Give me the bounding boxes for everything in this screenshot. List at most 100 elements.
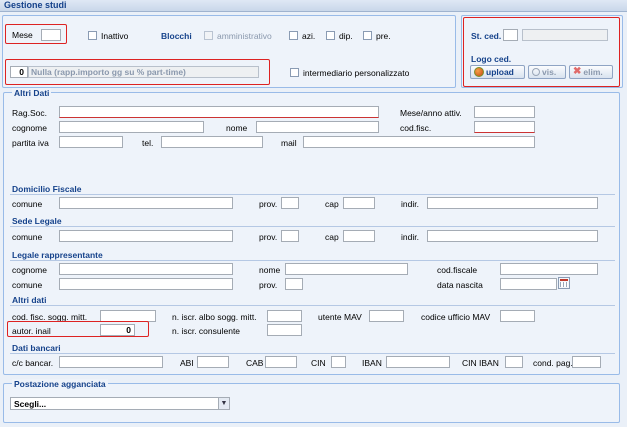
n-iscr-albo-input[interactable] <box>267 310 302 322</box>
nome-input[interactable] <box>256 121 379 133</box>
abi-input[interactable] <box>197 356 229 368</box>
legale-prov-label: prov. <box>259 280 278 290</box>
n-iscr-albo-label: n. iscr. albo sogg. mitt. <box>172 312 257 322</box>
calendar-icon[interactable] <box>558 277 570 289</box>
blocchi-link[interactable]: Blocchi <box>161 31 192 41</box>
data-nascita-label: data nascita <box>437 280 483 290</box>
window-title: Gestione studi <box>4 0 67 10</box>
tel-input[interactable] <box>161 136 263 148</box>
intermediario-checkbox[interactable] <box>290 68 299 77</box>
azi-checkbox[interactable] <box>289 31 298 40</box>
utente-mav-label: utente MAV <box>318 312 362 322</box>
rag-soc-label: Rag.Soc. <box>12 108 47 118</box>
chevron-down-icon[interactable]: ▼ <box>218 398 229 409</box>
sede-prov-input[interactable] <box>281 230 299 242</box>
sede-title: Sede Legale <box>12 216 62 226</box>
st-ced-description <box>522 29 608 41</box>
autor-inail-input[interactable]: 0 <box>100 324 135 336</box>
legale-cod-fiscale-label: cod.fiscale <box>437 265 478 275</box>
mese-label: Mese <box>12 30 33 40</box>
bancari-divider <box>10 353 615 354</box>
elim-label: elim. <box>583 67 603 77</box>
tel-label: tel. <box>142 138 154 148</box>
delete-icon: ✖ <box>573 66 582 77</box>
iban-label: IBAN <box>362 358 382 368</box>
sede-comune-input[interactable] <box>59 230 233 242</box>
cc-bancar-input[interactable] <box>59 356 163 368</box>
dip-checkbox[interactable] <box>326 31 335 40</box>
st-ced-input[interactable] <box>503 29 518 41</box>
domicilio-divider <box>10 194 615 195</box>
legale-divider <box>10 260 615 261</box>
domicilio-indir-label: indir. <box>401 199 419 209</box>
mese-anno-input[interactable] <box>474 106 535 118</box>
n-iscr-consulente-label: n. iscr. consulente <box>172 326 241 336</box>
postazione-select-value: Scegli... <box>14 399 47 409</box>
mail-label: mail <box>281 138 297 148</box>
elim-button[interactable]: ✖ elim. <box>569 65 613 79</box>
legale-prov-input[interactable] <box>285 278 303 290</box>
domicilio-indir-input[interactable] <box>427 197 598 209</box>
mese-anno-label: Mese/anno attiv. <box>400 108 462 118</box>
nulla-value-input[interactable]: 0 <box>10 66 28 78</box>
rag-soc-input[interactable] <box>59 106 379 118</box>
sede-prov-label: prov. <box>259 232 278 242</box>
mail-input[interactable] <box>303 136 535 148</box>
cod-fisc-input[interactable] <box>474 121 535 133</box>
cab-input[interactable] <box>265 356 297 368</box>
legale-cognome-input[interactable] <box>59 263 233 275</box>
inattivo-checkbox[interactable] <box>88 31 97 40</box>
window-titlebar: Gestione studi <box>0 0 627 12</box>
sede-indir-input[interactable] <box>427 230 598 242</box>
sede-cap-label: cap <box>325 232 339 242</box>
data-nascita-input[interactable] <box>500 278 557 290</box>
nulla-value: 0 <box>19 67 24 77</box>
sede-cap-input[interactable] <box>343 230 375 242</box>
inattivo-label: Inattivo <box>101 31 129 41</box>
altri-dati-legend: Altri Dati <box>12 88 52 98</box>
cond-pag-input[interactable] <box>572 356 601 368</box>
utente-mav-input[interactable] <box>369 310 404 322</box>
intermediario-label: intermediario personalizzato <box>303 68 410 78</box>
postazione-select[interactable]: Scegli... ▼ <box>10 397 230 410</box>
cin-iban-label: CIN IBAN <box>462 358 499 368</box>
codice-ufficio-input[interactable] <box>500 310 535 322</box>
cin-iban-input[interactable] <box>505 356 523 368</box>
domicilio-cap-input[interactable] <box>343 197 375 209</box>
amministrativo-label: amministrativo <box>217 31 272 41</box>
legale-cognome-label: cognome <box>12 265 47 275</box>
cond-pag-label: cond. pag. <box>533 358 573 368</box>
pre-checkbox[interactable] <box>363 31 372 40</box>
sede-divider <box>10 226 615 227</box>
st-ced-label: St. ced. <box>471 31 502 41</box>
domicilio-prov-input[interactable] <box>281 197 299 209</box>
cognome-input[interactable] <box>59 121 204 133</box>
legale-comune-input[interactable] <box>59 278 233 290</box>
upload-button[interactable]: upload <box>470 65 525 79</box>
vis-button[interactable]: vis. <box>528 65 566 79</box>
legale-nome-label: nome <box>259 265 281 275</box>
cin-input[interactable] <box>331 356 346 368</box>
upload-label: upload <box>486 67 514 77</box>
upload-icon <box>474 67 484 77</box>
n-iscr-consulente-input[interactable] <box>267 324 302 336</box>
legale-cod-fiscale-input[interactable] <box>500 263 598 275</box>
legale-comune-label: comune <box>12 280 43 290</box>
domicilio-comune-input[interactable] <box>59 197 233 209</box>
partita-iva-input[interactable] <box>59 136 123 148</box>
legale-title: Legale rappresentante <box>12 250 103 260</box>
amministrativo-checkbox[interactable] <box>204 31 213 40</box>
nome-label: nome <box>226 123 248 133</box>
mese-input[interactable] <box>41 29 61 41</box>
iban-input[interactable] <box>386 356 450 368</box>
autor-inail-label: autor. inail <box>12 326 51 336</box>
cin-label: CIN <box>311 358 326 368</box>
cab-label: CAB <box>246 358 264 368</box>
cc-bancar-label: c/c bancar. <box>12 358 54 368</box>
vis-label: vis. <box>542 67 557 77</box>
domicilio-prov-label: prov. <box>259 199 278 209</box>
sede-indir-label: indir. <box>401 232 419 242</box>
legale-nome-input[interactable] <box>285 263 408 275</box>
abi-label: ABI <box>180 358 194 368</box>
azi-label: azi. <box>302 31 316 41</box>
